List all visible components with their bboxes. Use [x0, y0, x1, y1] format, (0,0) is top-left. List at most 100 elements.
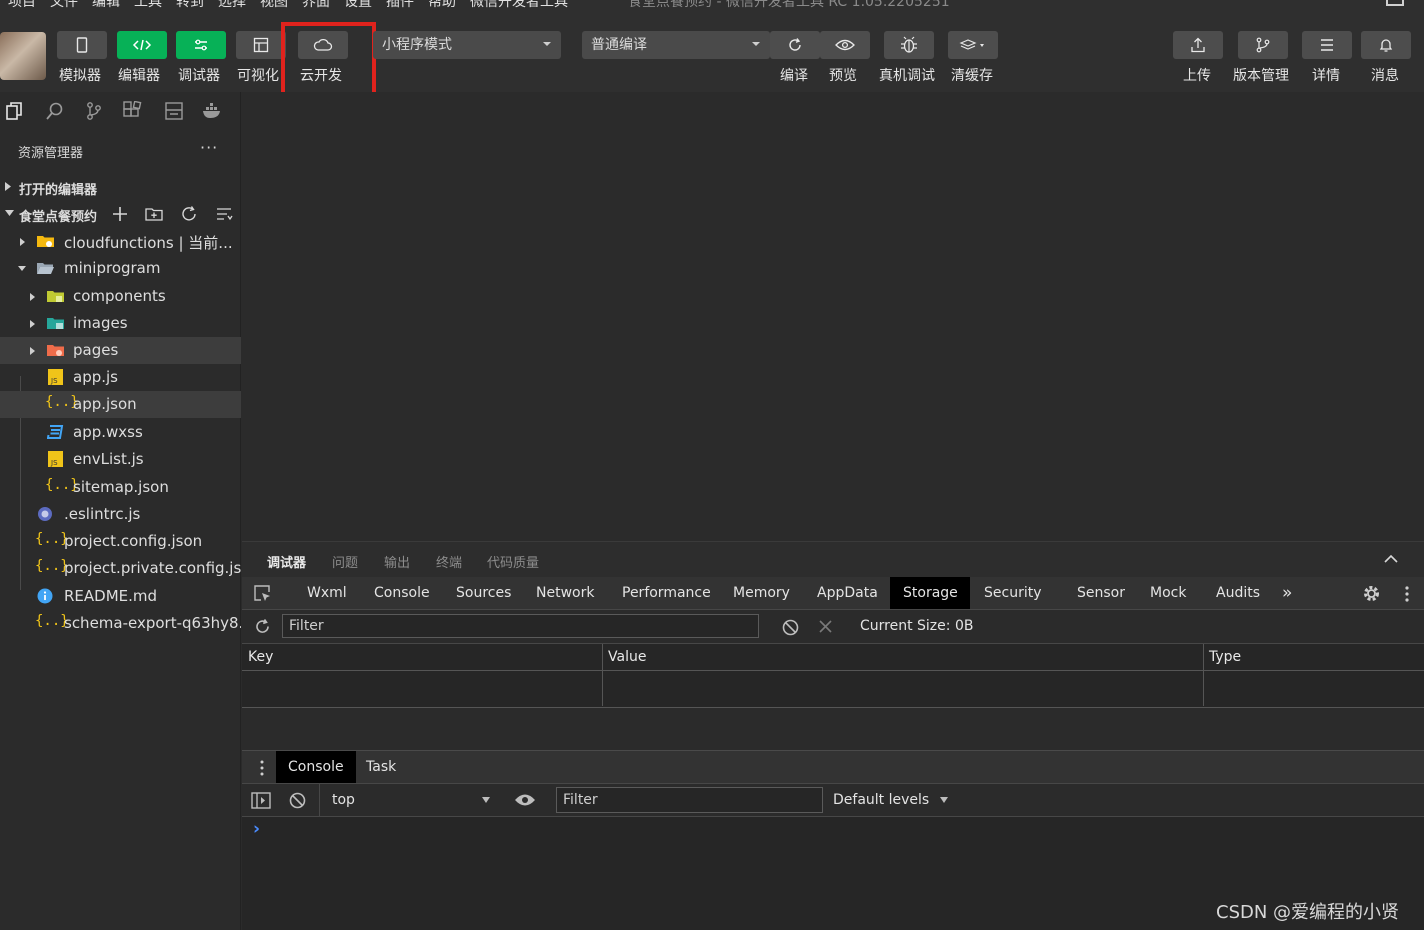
messages-button[interactable]: [1361, 31, 1411, 59]
tree-item-sitemap-json[interactable]: {..} sitemap.json: [0, 474, 241, 501]
more-vertical-icon[interactable]: [1404, 585, 1410, 603]
tab-audits[interactable]: Audits: [1203, 577, 1273, 609]
upload-button[interactable]: [1173, 31, 1223, 59]
tree-item-app-wxss[interactable]: app.wxss: [0, 419, 241, 446]
tab-sources[interactable]: Sources: [443, 577, 524, 609]
tree-item-project-private-config[interactable]: {..} project.private.config.js...: [0, 555, 241, 582]
tab-memory[interactable]: Memory: [720, 577, 803, 609]
refresh-icon[interactable]: [180, 205, 198, 223]
window-restore-icon[interactable]: [1386, 0, 1404, 6]
menu-tools[interactable]: 工具: [134, 0, 162, 10]
tab-sensor[interactable]: Sensor: [1064, 577, 1138, 609]
tree-item-miniprogram[interactable]: miniprogram: [0, 255, 241, 282]
menu-view[interactable]: 视图: [260, 0, 288, 10]
details-button[interactable]: [1302, 31, 1352, 59]
close-icon[interactable]: [819, 620, 832, 633]
drawer-tab-console[interactable]: Console: [276, 751, 356, 783]
tree-item-components[interactable]: components: [0, 283, 241, 310]
more-tabs-icon[interactable]: »: [1269, 577, 1305, 609]
debugger-button[interactable]: [176, 31, 226, 59]
tab-security[interactable]: Security: [971, 577, 1055, 609]
editor-button[interactable]: [117, 31, 167, 59]
project-section[interactable]: 食堂点餐预约: [0, 201, 241, 227]
source-control-icon[interactable]: [83, 101, 105, 121]
column-key[interactable]: Key: [242, 644, 602, 671]
tree-item-schema-export[interactable]: {..} schema-export-q63hy8...: [0, 610, 241, 637]
tree-item-readme[interactable]: README.md: [0, 583, 241, 610]
tree-item-app-js[interactable]: JS app.js: [0, 364, 241, 391]
console-filter-input[interactable]: Filter: [556, 787, 823, 813]
menu-project[interactable]: 项目: [8, 0, 36, 10]
files-icon[interactable]: [4, 101, 26, 121]
main-toolbar: 模拟器 编辑器 调试器 可视化 云开发 小程序模式 普通编译 编译 预览 真机调…: [0, 10, 1424, 112]
version-button[interactable]: [1238, 31, 1288, 59]
gear-icon[interactable]: [1362, 584, 1381, 603]
tree-item-pages[interactable]: pages: [0, 337, 241, 364]
menu-plugins[interactable]: 插件: [386, 0, 414, 10]
tab-terminal[interactable]: 终端: [436, 552, 462, 571]
tab-mock[interactable]: Mock: [1137, 577, 1199, 609]
tab-problems[interactable]: 问题: [332, 552, 358, 571]
preview-label: 预览: [829, 68, 857, 84]
new-folder-icon[interactable]: [145, 205, 163, 223]
tree-item-envlist-js[interactable]: JS envList.js: [0, 446, 241, 473]
clear-cache-button[interactable]: [948, 31, 998, 59]
current-size: Current Size: 0B: [860, 618, 974, 634]
menu-goto[interactable]: 转到: [176, 0, 204, 10]
explorer-sidebar: 资源管理器 ··· 打开的编辑器 食堂点餐预约 cloudfunctions |…: [0, 92, 241, 930]
storage-icon[interactable]: [164, 101, 186, 121]
log-levels-select[interactable]: Default levels: [833, 792, 948, 808]
tab-output[interactable]: 输出: [384, 552, 410, 571]
menu-file[interactable]: 文件: [50, 0, 78, 10]
tab-performance[interactable]: Performance: [609, 577, 724, 609]
chevron-down-icon: [482, 797, 490, 803]
menu-wechat-devtools[interactable]: 微信开发者工具: [470, 0, 568, 10]
remote-debug-button[interactable]: [884, 31, 934, 59]
tab-debugger[interactable]: 调试器: [267, 552, 307, 579]
tab-code-quality[interactable]: 代码质量: [487, 552, 539, 571]
storage-filter-input[interactable]: Filter: [282, 614, 759, 638]
menu-interface[interactable]: 界面: [302, 0, 330, 10]
more-actions-icon[interactable]: ···: [200, 138, 218, 157]
compile-button[interactable]: [770, 31, 820, 59]
compile-select[interactable]: 普通编译: [582, 31, 770, 59]
tree-item-app-json[interactable]: {..} app.json: [0, 391, 241, 418]
eye-icon[interactable]: [514, 793, 536, 807]
tab-appdata[interactable]: AppData: [804, 577, 891, 609]
tab-storage[interactable]: Storage: [890, 577, 970, 609]
column-value[interactable]: Value: [602, 644, 1203, 671]
mode-select[interactable]: 小程序模式: [373, 31, 561, 59]
new-file-icon[interactable]: [111, 205, 129, 223]
tree-item-images[interactable]: images: [0, 310, 241, 337]
docker-icon[interactable]: [201, 101, 223, 121]
tree-item-project-config[interactable]: {..} project.config.json: [0, 528, 241, 555]
menu-help[interactable]: 帮助: [428, 0, 456, 10]
search-icon[interactable]: [44, 101, 66, 121]
tree-item-eslintrc[interactable]: .eslintrc.js: [0, 501, 241, 528]
avatar[interactable]: [0, 32, 46, 80]
clear-icon[interactable]: [782, 619, 799, 636]
open-editors-section[interactable]: 打开的编辑器: [0, 174, 241, 200]
menu-settings[interactable]: 设置: [344, 0, 372, 10]
tab-console[interactable]: Console: [361, 577, 443, 609]
collapse-all-icon[interactable]: [215, 205, 233, 223]
preview-button[interactable]: [820, 31, 870, 59]
tab-network[interactable]: Network: [523, 577, 607, 609]
menu-edit[interactable]: 编辑: [92, 0, 120, 10]
sidebar-toggle-icon[interactable]: [251, 792, 271, 809]
extensions-icon[interactable]: [122, 101, 144, 121]
simulator-button[interactable]: [57, 31, 107, 59]
refresh-icon[interactable]: [254, 618, 271, 635]
tree-item-cloudfunctions[interactable]: cloudfunctions | 当前...: [0, 228, 241, 255]
tab-wxml[interactable]: Wxml: [294, 577, 360, 609]
context-select[interactable]: top: [319, 784, 499, 816]
column-type[interactable]: Type: [1203, 644, 1424, 671]
drawer-tab-task[interactable]: Task: [353, 751, 409, 783]
menu-select[interactable]: 选择: [218, 0, 246, 10]
chevron-down-icon: [543, 42, 551, 46]
clear-console-icon[interactable]: [289, 792, 306, 809]
visual-button[interactable]: [236, 31, 286, 59]
chevron-up-icon[interactable]: [1384, 554, 1398, 563]
more-vertical-icon[interactable]: [259, 759, 265, 777]
inspect-element-icon[interactable]: [254, 585, 272, 603]
